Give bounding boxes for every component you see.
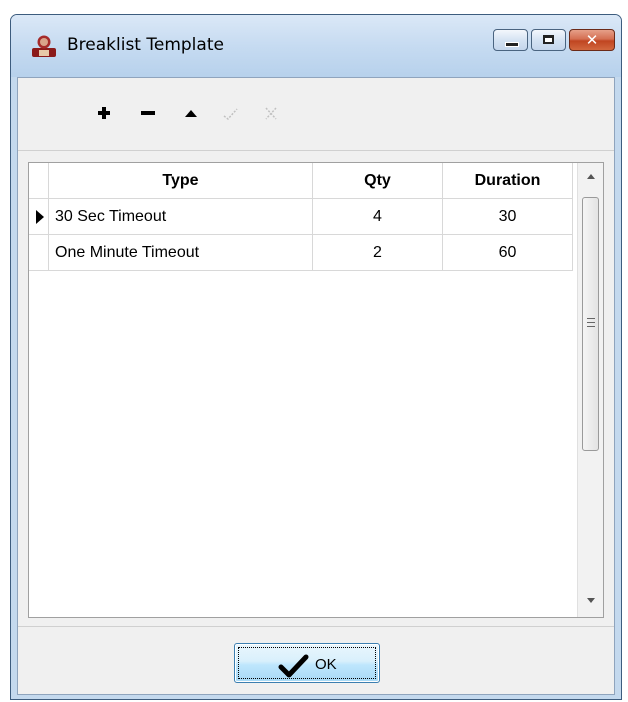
row-pointer-icon [36,210,44,224]
cell-type[interactable]: 30 Sec Timeout [49,199,313,235]
scroll-down-arrow[interactable] [578,587,603,617]
current-row-indicator [29,199,49,235]
minimize-button[interactable] [493,29,528,51]
cancel-button[interactable] [258,102,284,124]
window-client-area: Type Qty Duration 30 Sec Timeout 4 30 On… [17,77,615,695]
minus-icon [141,111,155,115]
confirm-button[interactable] [218,102,244,124]
remove-button[interactable] [134,102,160,124]
scroll-down-icon [586,598,595,603]
cell-duration[interactable]: 60 [443,235,573,271]
scrollbar-thumb[interactable] [582,197,599,451]
cell-qty[interactable]: 2 [313,235,443,271]
breaklist-grid[interactable]: Type Qty Duration 30 Sec Timeout 4 30 On… [28,162,604,618]
cell-duration[interactable]: 30 [443,199,573,235]
close-button[interactable]: ✕ [569,29,615,51]
vertical-scrollbar[interactable] [577,163,603,617]
close-icon: ✕ [585,31,599,49]
dialog-footer: OK [18,626,614,697]
scroll-up-arrow[interactable] [578,163,603,193]
grid-header: Type Qty Duration [29,163,573,199]
scroll-grip-icon [587,318,595,327]
app-person-icon [32,35,56,57]
caption-buttons: ✕ [493,29,615,51]
check-icon [223,108,238,121]
cell-type[interactable]: One Minute Timeout [49,235,313,271]
x-icon [265,107,277,120]
row-indicator [29,235,49,271]
grid-rows: 30 Sec Timeout 4 30 One Minute Timeout 2… [29,199,573,271]
ok-button[interactable]: OK [234,643,380,683]
triangle-up-icon [185,110,197,117]
maximize-button[interactable] [531,29,566,51]
toolbar [18,78,614,151]
move-up-button[interactable] [178,102,204,124]
row-indicator-header [29,163,49,199]
column-header-type[interactable]: Type [49,163,313,199]
cell-qty[interactable]: 4 [313,199,443,235]
scroll-up-icon [586,174,595,179]
minimize-icon [505,42,519,47]
column-header-duration[interactable]: Duration [443,163,573,199]
focus-rectangle: OK [238,647,376,679]
table-row[interactable]: 30 Sec Timeout 4 30 [29,199,573,235]
checkmark-icon [278,654,309,678]
column-header-qty[interactable]: Qty [313,163,443,199]
table-row[interactable]: One Minute Timeout 2 60 [29,235,573,271]
plus-icon [98,107,110,119]
desktop-edge [0,0,10,702]
breaklist-template-window: Breaklist Template ✕ Type Qty Duration 3… [10,14,622,700]
ok-label: OK [315,656,337,673]
add-button[interactable] [90,102,116,124]
window-title: Breaklist Template [67,35,224,55]
title-bar[interactable]: Breaklist Template ✕ [11,15,621,77]
maximize-icon [543,35,554,44]
